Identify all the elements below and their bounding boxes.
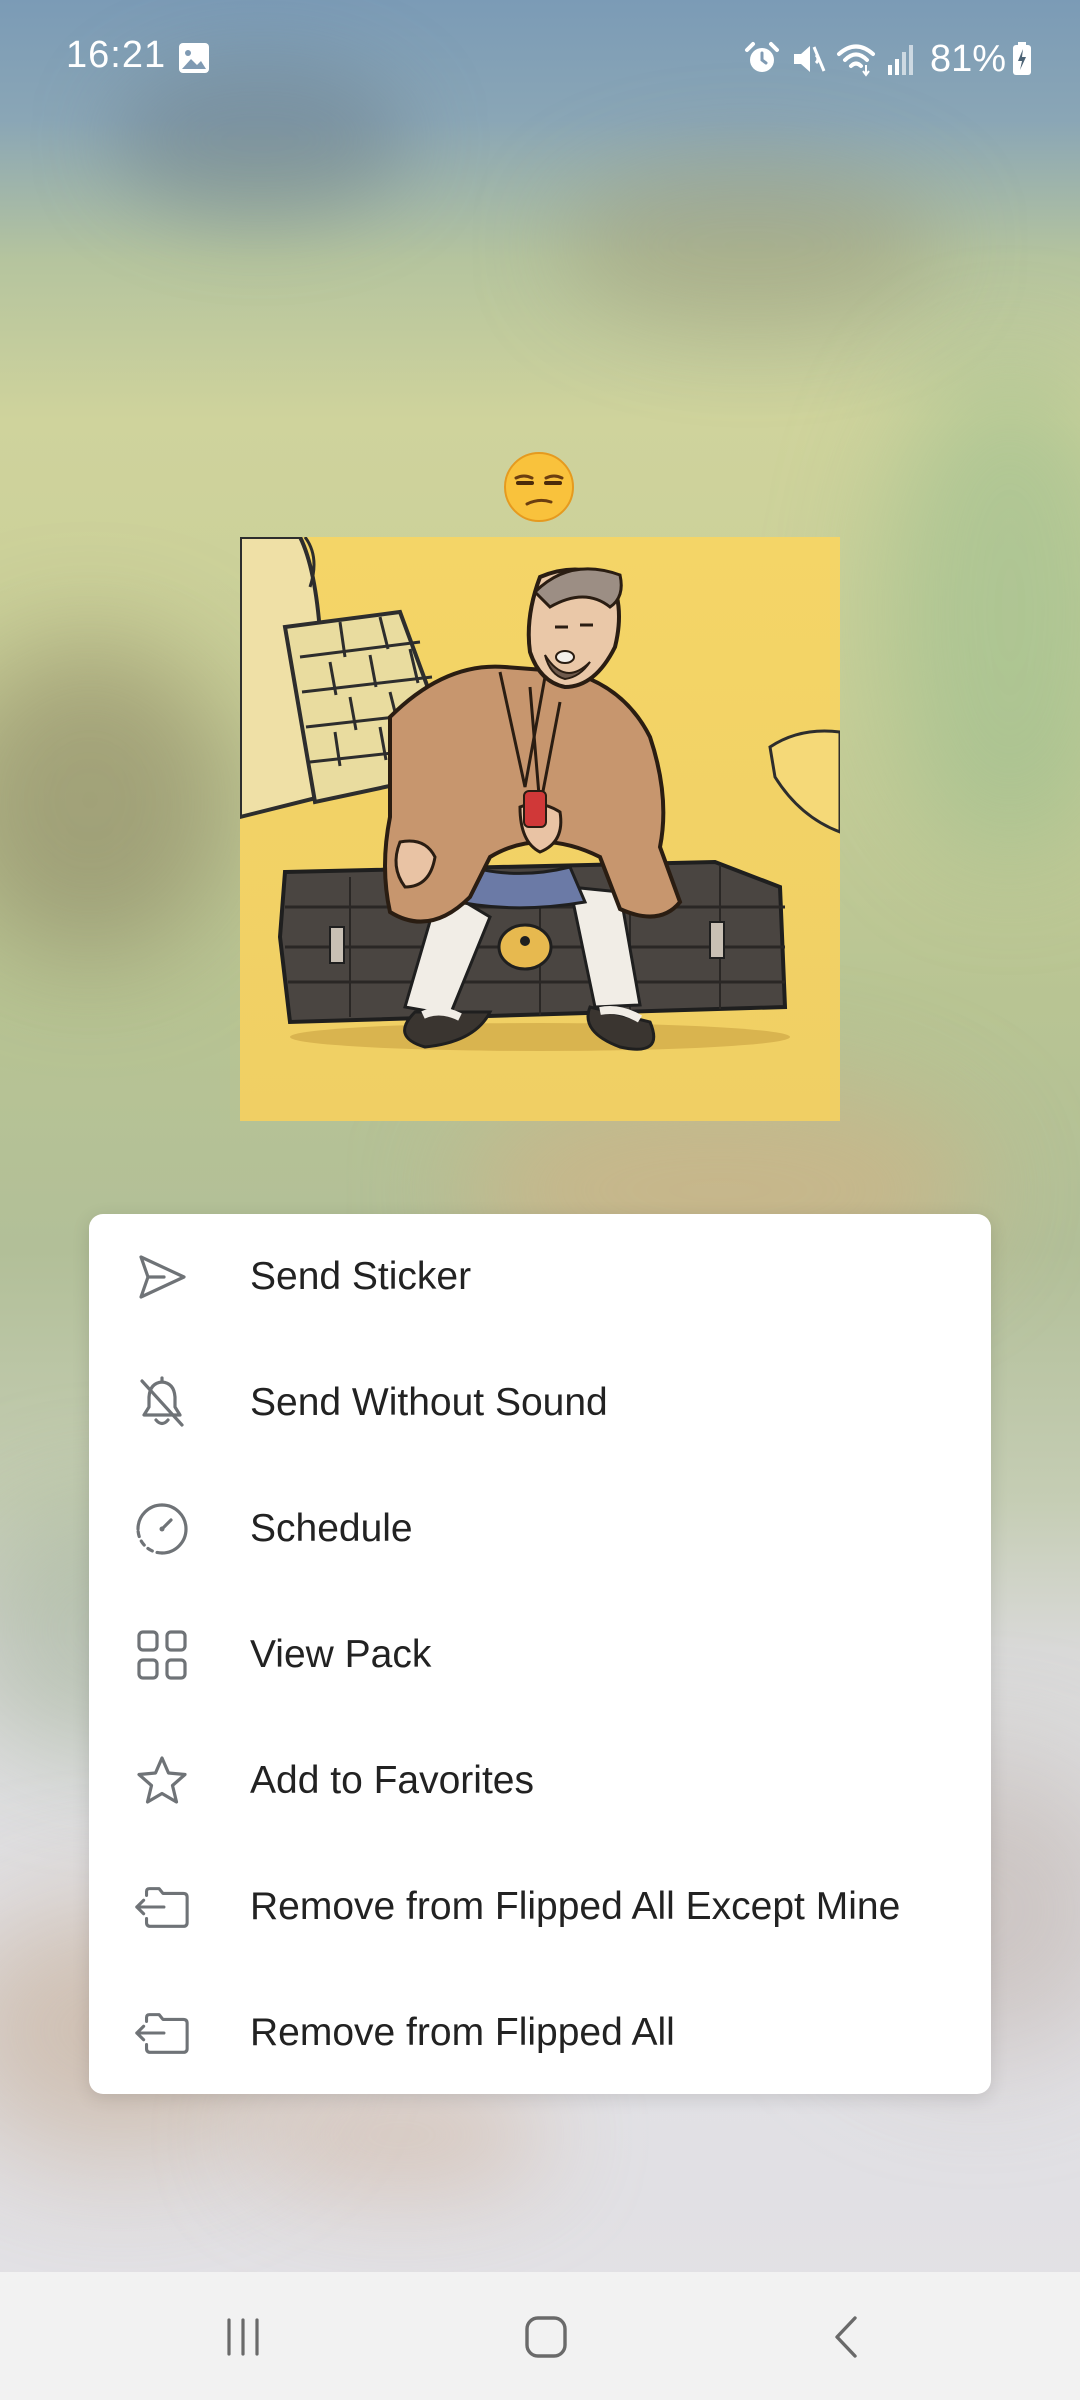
menu-item-remove-from-flipped-all-except-mine[interactable]: Remove from Flipped All Except Mine xyxy=(89,1844,991,1970)
grid-icon xyxy=(133,1626,191,1684)
sticker-emoji xyxy=(504,452,574,522)
remove-folder-icon xyxy=(133,2004,191,2062)
recents-icon xyxy=(227,2318,259,2356)
menu-item-label: Send Sticker xyxy=(250,1255,472,1298)
mute-icon xyxy=(793,46,826,72)
home-icon xyxy=(525,2316,567,2358)
gallery-icon xyxy=(179,43,209,73)
star-icon xyxy=(133,1752,191,1810)
sticker-context-menu: Send Sticker Send Without Sound Schedule xyxy=(89,1214,991,2094)
menu-item-label: Send Without Sound xyxy=(250,1381,608,1424)
recents-button[interactable] xyxy=(203,2302,283,2372)
signal-icon xyxy=(887,45,913,75)
send-icon xyxy=(133,1248,191,1306)
menu-item-label: Schedule xyxy=(250,1507,413,1550)
menu-item-label: Remove from Flipped All xyxy=(250,2011,675,2054)
alarm-icon xyxy=(744,42,779,72)
navigation-bar xyxy=(0,2272,1080,2400)
menu-item-send-without-sound[interactable]: Send Without Sound xyxy=(89,1340,991,1466)
status-bar: 16:21 81% xyxy=(0,0,1080,120)
menu-item-view-pack[interactable]: View Pack xyxy=(89,1592,991,1718)
battery-charging-icon xyxy=(1013,42,1031,75)
menu-item-label: Remove from Flipped All Except Mine xyxy=(250,1885,901,1928)
back-icon xyxy=(835,2316,857,2358)
status-icons: 81% xyxy=(744,34,1042,84)
remove-folder-icon xyxy=(133,1878,191,1936)
menu-item-remove-from-flipped-all[interactable]: Remove from Flipped All xyxy=(89,1970,991,2094)
menu-item-schedule[interactable]: Schedule xyxy=(89,1466,991,1592)
back-button[interactable] xyxy=(808,2302,888,2372)
menu-item-add-to-favorites[interactable]: Add to Favorites xyxy=(89,1718,991,1844)
menu-item-send-sticker[interactable]: Send Sticker xyxy=(89,1214,991,1340)
sticker-image xyxy=(240,537,840,1121)
home-button[interactable] xyxy=(506,2302,586,2372)
schedule-icon xyxy=(133,1500,191,1558)
menu-item-label: View Pack xyxy=(250,1633,432,1676)
battery-percent: 81% xyxy=(929,37,1006,80)
status-time: 16:21 xyxy=(66,34,167,76)
menu-item-label: Add to Favorites xyxy=(250,1759,534,1802)
bell-off-icon xyxy=(133,1374,191,1432)
wifi-icon xyxy=(836,44,875,77)
